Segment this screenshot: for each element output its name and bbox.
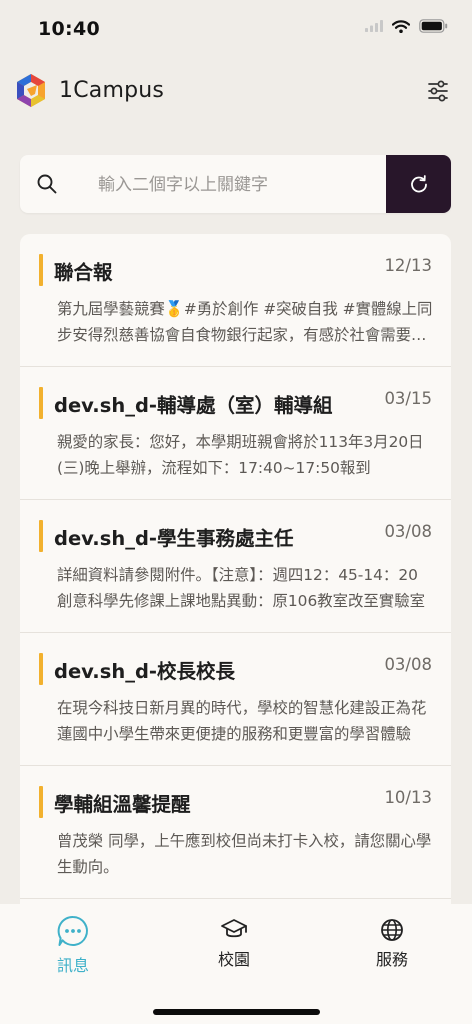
- message-item[interactable]: dev.sh_d-校長校長 03/08 在現今科技日新月異的時代，學校的智慧化建…: [20, 633, 451, 766]
- message-date: 12/13: [384, 256, 432, 275]
- home-indicator: [153, 1009, 320, 1015]
- message-list: 聯合報 12/13 第九屆學藝競賽🥇#勇於創作 #突破自我 #實體線上同步安得烈…: [20, 234, 451, 934]
- message-preview: 第九屆學藝競賽🥇#勇於創作 #突破自我 #實體線上同步安得烈慈善協會自食物銀行起…: [57, 300, 433, 344]
- app-logo-icon: [17, 74, 45, 107]
- search-icon: [37, 174, 57, 194]
- message-sender: 聯合報: [54, 261, 113, 284]
- search-input[interactable]: [96, 155, 390, 213]
- message-date: 03/15: [384, 389, 432, 408]
- message-item[interactable]: dev.sh_d-輔導處（室）輔導組 03/15 親愛的家長：您好，本學期班親會…: [20, 367, 451, 500]
- bottom-tab-bar: 訊息 校園 服務: [0, 904, 472, 1024]
- app-header: 1Campus: [0, 70, 472, 114]
- message-accent-bar: [39, 786, 43, 818]
- message-sender: dev.sh_d-校長校長: [54, 660, 236, 683]
- status-icons: [365, 19, 448, 33]
- message-item[interactable]: 學輔組溫馨提醒 10/13 曾茂榮 同學，上午應到校但尚未打卡入校，請您關心學生…: [20, 766, 451, 899]
- search-bar: [20, 155, 451, 213]
- tab-messages[interactable]: 訊息: [56, 914, 90, 976]
- tab-services[interactable]: 服務: [376, 918, 408, 970]
- signal-icon: [365, 20, 383, 32]
- status-bar: 10:40: [0, 0, 472, 60]
- message-sender: dev.sh_d-輔導處（室）輔導組: [54, 394, 333, 417]
- chat-bubble-icon: [57, 915, 88, 946]
- message-item[interactable]: dev.sh_d-學生事務處主任 03/08 詳細資料請參閱附件。【注意】：週四…: [20, 500, 451, 633]
- filter-settings-icon[interactable]: [426, 79, 450, 103]
- message-preview: 曾茂榮 同學，上午應到校但尚未打卡入校，請您關心學生動向。: [57, 832, 432, 876]
- tab-label: 校園: [218, 950, 251, 969]
- graduation-cap-icon: [221, 919, 247, 938]
- message-item[interactable]: 聯合報 12/13 第九屆學藝競賽🥇#勇於創作 #突破自我 #實體線上同步安得烈…: [20, 234, 451, 367]
- tab-label: 訊息: [56, 956, 89, 975]
- battery-icon: [419, 19, 448, 33]
- refresh-button[interactable]: [386, 155, 451, 213]
- message-accent-bar: [39, 520, 43, 552]
- app-title: 1Campus: [59, 78, 165, 103]
- message-date: 03/08: [384, 655, 432, 674]
- message-accent-bar: [39, 653, 43, 685]
- status-time: 10:40: [38, 18, 100, 40]
- message-sender: dev.sh_d-學生事務處主任: [54, 527, 294, 550]
- tab-label: 服務: [376, 950, 409, 969]
- message-preview: 詳細資料請參閱附件。【注意】：週四12：45-14：20創意科學先修課上課地點異…: [57, 566, 425, 610]
- message-date: 03/08: [384, 522, 432, 541]
- globe-icon: [381, 919, 403, 941]
- message-preview: 在現今科技日新月異的時代，學校的智慧化建設正為花蓮國中小學生帶來更便捷的服務和更…: [57, 699, 427, 743]
- message-date: 10/13: [384, 788, 432, 807]
- refresh-icon: [410, 175, 427, 193]
- message-preview: 親愛的家長：您好，本學期班親會將於113年3月20日(三)晚上舉辦，流程如下：1…: [57, 433, 424, 477]
- message-sender: 學輔組溫馨提醒: [54, 793, 191, 816]
- message-accent-bar: [39, 387, 43, 419]
- wifi-icon: [392, 19, 410, 33]
- tab-campus[interactable]: 校園: [218, 918, 250, 970]
- message-accent-bar: [39, 254, 43, 286]
